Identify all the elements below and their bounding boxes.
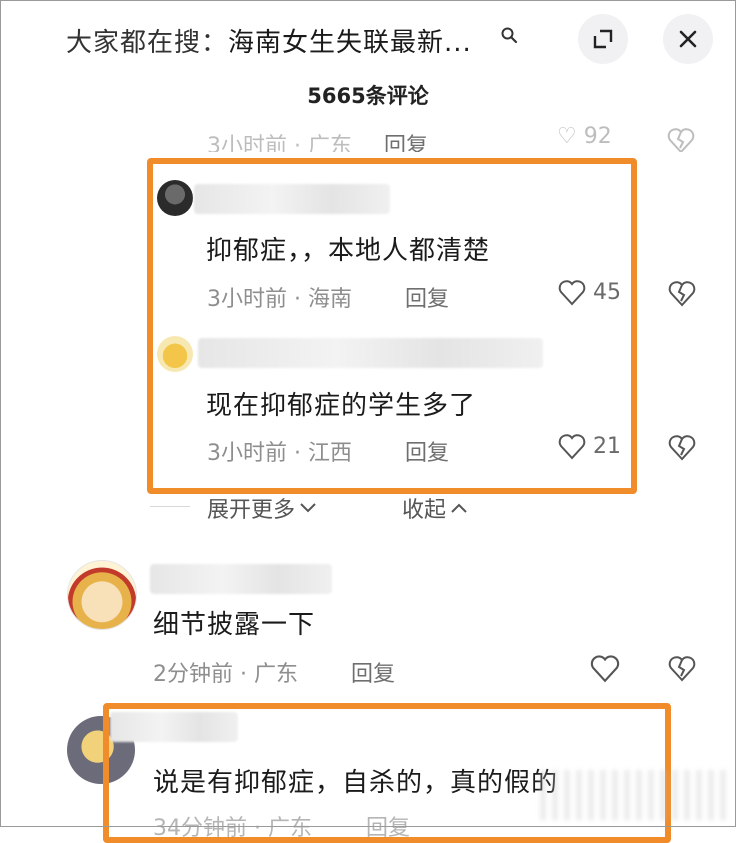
like-button[interactable] xyxy=(589,653,621,683)
dislike-icon[interactable] xyxy=(667,433,697,461)
clipped-reply: 3小时前 · 广东 回复 ♡ 92 xyxy=(0,124,736,152)
reply-meta: 3小时前 · 广东 回复 xyxy=(207,128,428,152)
comment-count: 5665条评论 xyxy=(307,84,429,108)
highlight-box xyxy=(147,158,637,494)
divider xyxy=(150,506,190,507)
avatar[interactable] xyxy=(67,560,137,630)
expand-more-button[interactable]: 展开更多 xyxy=(207,492,317,524)
like-count: 92 xyxy=(583,124,612,149)
search-icon[interactable] xyxy=(500,26,518,44)
search-suggestion[interactable]: 大家都在搜：海南女生失联最新... xyxy=(66,22,472,59)
chevron-up-icon xyxy=(451,503,467,513)
reply-button[interactable]: 回复 xyxy=(351,656,395,688)
close-button[interactable] xyxy=(663,14,713,64)
close-icon xyxy=(679,30,697,48)
dislike-icon[interactable] xyxy=(666,126,696,152)
reply-button[interactable]: 回复 xyxy=(384,128,428,152)
expand-more-label: 展开更多 xyxy=(207,498,296,523)
dislike-icon[interactable] xyxy=(667,654,697,682)
chevron-down-icon xyxy=(300,503,316,513)
collapse-button[interactable]: 收起 xyxy=(402,492,468,524)
expand-button[interactable] xyxy=(578,14,628,64)
collapse-label: 收起 xyxy=(402,498,447,523)
search-query: 海南女生失联最新... xyxy=(228,28,472,58)
watermark xyxy=(540,770,730,820)
search-prefix: 大家都在搜： xyxy=(66,28,229,58)
comment-meta: 2分钟前 · 广东 xyxy=(153,662,298,687)
expand-icon xyxy=(593,29,613,49)
dislike-icon[interactable] xyxy=(667,279,697,307)
comment-text: 细节披露一下 xyxy=(153,610,316,640)
like-button[interactable]: ♡ 92 xyxy=(557,124,612,149)
username-blurred xyxy=(150,564,332,594)
